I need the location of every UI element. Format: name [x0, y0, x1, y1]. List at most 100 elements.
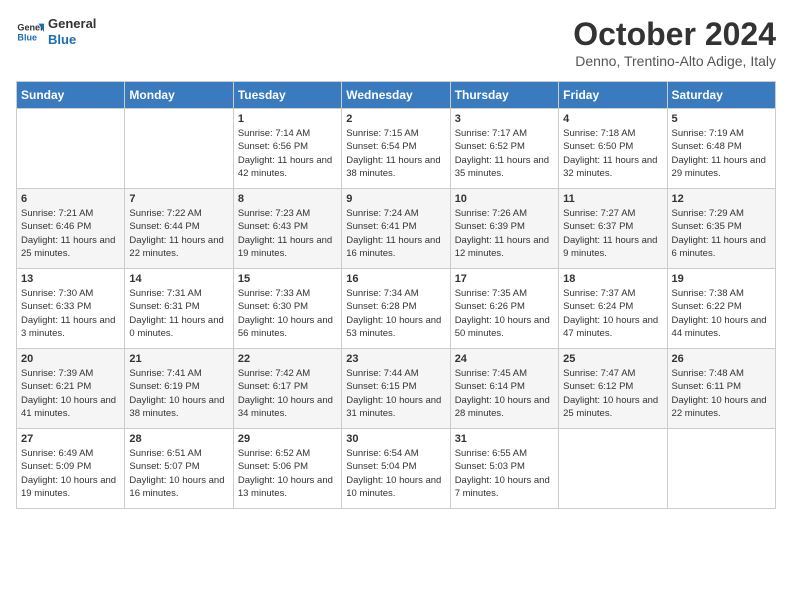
calendar-cell: 22Sunrise: 7:42 AM Sunset: 6:17 PM Dayli… — [233, 349, 341, 429]
calendar-cell: 21 Sunrise: 7:41 AM Sunset: 6:19 PM Dayli… — [125, 349, 233, 429]
weekday-header-row: SundayMondayTuesdayWednesdayThursdayFrid… — [17, 82, 776, 109]
day-info: Sunrise: 7:33 AM Sunset: 6:30 PM Dayligh… — [238, 287, 337, 340]
calendar-cell: 16 Sunrise: 7:34 AM Sunset: 6:28 PM Dayli… — [342, 269, 450, 349]
day-number: 27 — [21, 433, 120, 445]
day-number: 5 — [672, 113, 771, 125]
day-number: 6 — [21, 193, 120, 205]
day-info: Sunrise: 7:24 AM Sunset: 6:41 PM Dayligh… — [346, 207, 445, 260]
day-info: Sunrise: 7:35 AM Sunset: 6:26 PM Dayligh… — [455, 287, 554, 340]
day-info: Sunrise: 6:54 AM Sunset: 5:04 PM Dayligh… — [346, 447, 445, 500]
day-number: 19 — [672, 273, 771, 285]
day-info: Sunrise: 7:47 AM Sunset: 6:12 PM Dayligh… — [563, 367, 662, 420]
calendar-cell: 31 Sunrise: 6:55 AM Sunset: 5:03 PM Dayli… — [450, 429, 558, 509]
day-info: Sunrise: 7:19 AM Sunset: 6:48 PM Dayligh… — [672, 127, 771, 180]
day-info: Sunrise: 7:39 AM Sunset: 6:21 PM Dayligh… — [21, 367, 120, 420]
calendar-week-2: 6 Sunrise: 7:21 AM Sunset: 6:46 PM Daylig… — [17, 189, 776, 269]
calendar-cell: 28 Sunrise: 6:51 AM Sunset: 5:07 PM Dayli… — [125, 429, 233, 509]
day-number: 24 — [455, 353, 554, 365]
calendar-week-3: 13 Sunrise: 7:30 AM Sunset: 6:33 PM Dayli… — [17, 269, 776, 349]
day-number: 2 — [346, 113, 445, 125]
calendar-table: SundayMondayTuesdayWednesdayThursdayFrid… — [16, 81, 776, 509]
calendar-cell: 13 Sunrise: 7:30 AM Sunset: 6:33 PM Dayli… — [17, 269, 125, 349]
calendar-cell: 11 Sunrise: 7:27 AM Sunset: 6:37 PM Dayli… — [559, 189, 667, 269]
calendar-cell: 4 Sunrise: 7:18 AM Sunset: 6:50 PM Daylig… — [559, 109, 667, 189]
day-number: 8 — [238, 193, 337, 205]
month-title: October 2024 — [573, 16, 776, 53]
day-number: 4 — [563, 113, 662, 125]
calendar-cell: 1 Sunrise: 7:14 AM Sunset: 6:56 PM Daylig… — [233, 109, 341, 189]
calendar-cell: 17 Sunrise: 7:35 AM Sunset: 6:26 PM Dayli… — [450, 269, 558, 349]
day-info: Sunrise: 7:31 AM Sunset: 6:31 PM Dayligh… — [129, 287, 228, 340]
weekday-header-friday: Friday — [559, 82, 667, 109]
page-header: General Blue General Blue October 2024 D… — [16, 16, 776, 69]
day-number: 9 — [346, 193, 445, 205]
day-info: Sunrise: 7:27 AM Sunset: 6:37 PM Dayligh… — [563, 207, 662, 260]
calendar-cell: 5 Sunrise: 7:19 AM Sunset: 6:48 PM Daylig… — [667, 109, 775, 189]
day-number: 30 — [346, 433, 445, 445]
day-info: Sunrise: 6:55 AM Sunset: 5:03 PM Dayligh… — [455, 447, 554, 500]
day-info: Sunrise: 7:15 AM Sunset: 6:54 PM Dayligh… — [346, 127, 445, 180]
calendar-cell — [125, 109, 233, 189]
calendar-cell: 24Sunrise: 7:45 AM Sunset: 6:14 PM Dayli… — [450, 349, 558, 429]
weekday-header-wednesday: Wednesday — [342, 82, 450, 109]
day-info: Sunrise: 7:34 AM Sunset: 6:28 PM Dayligh… — [346, 287, 445, 340]
day-number: 26 — [672, 353, 771, 365]
calendar-cell: 18Sunrise: 7:37 AM Sunset: 6:24 PM Dayli… — [559, 269, 667, 349]
title-block: October 2024 Denno, Trentino-Alto Adige,… — [573, 16, 776, 69]
weekday-header-sunday: Sunday — [17, 82, 125, 109]
calendar-cell: 27Sunrise: 6:49 AM Sunset: 5:09 PM Dayli… — [17, 429, 125, 509]
calendar-cell: 30 Sunrise: 6:54 AM Sunset: 5:04 PM Dayli… — [342, 429, 450, 509]
logo-line1: General — [48, 16, 96, 32]
day-number: 1 — [238, 113, 337, 125]
day-number: 3 — [455, 113, 554, 125]
day-info: Sunrise: 7:41 AM Sunset: 6:19 PM Dayligh… — [129, 367, 228, 420]
day-number: 22 — [238, 353, 337, 365]
day-number: 12 — [672, 193, 771, 205]
calendar-cell: 7 Sunrise: 7:22 AM Sunset: 6:44 PM Daylig… — [125, 189, 233, 269]
day-number: 14 — [129, 273, 228, 285]
calendar-week-5: 27Sunrise: 6:49 AM Sunset: 5:09 PM Dayli… — [17, 429, 776, 509]
logo: General Blue General Blue — [16, 16, 96, 47]
day-number: 10 — [455, 193, 554, 205]
calendar-week-1: 1 Sunrise: 7:14 AM Sunset: 6:56 PM Daylig… — [17, 109, 776, 189]
day-number: 7 — [129, 193, 228, 205]
day-info: Sunrise: 6:52 AM Sunset: 5:06 PM Dayligh… — [238, 447, 337, 500]
day-number: 13 — [21, 273, 120, 285]
day-number: 18 — [563, 273, 662, 285]
day-number: 17 — [455, 273, 554, 285]
weekday-header-tuesday: Tuesday — [233, 82, 341, 109]
day-number: 23 — [346, 353, 445, 365]
day-number: 21 — [129, 353, 228, 365]
day-number: 28 — [129, 433, 228, 445]
calendar-cell: 3 Sunrise: 7:17 AM Sunset: 6:52 PM Daylig… — [450, 109, 558, 189]
calendar-cell: 9 Sunrise: 7:24 AM Sunset: 6:41 PM Daylig… — [342, 189, 450, 269]
day-info: Sunrise: 7:30 AM Sunset: 6:33 PM Dayligh… — [21, 287, 120, 340]
day-info: Sunrise: 7:17 AM Sunset: 6:52 PM Dayligh… — [455, 127, 554, 180]
calendar-cell: 20Sunrise: 7:39 AM Sunset: 6:21 PM Dayli… — [17, 349, 125, 429]
day-info: Sunrise: 7:22 AM Sunset: 6:44 PM Dayligh… — [129, 207, 228, 260]
calendar-cell: 2 Sunrise: 7:15 AM Sunset: 6:54 PM Daylig… — [342, 109, 450, 189]
day-info: Sunrise: 7:23 AM Sunset: 6:43 PM Dayligh… — [238, 207, 337, 260]
calendar-cell — [667, 429, 775, 509]
day-info: Sunrise: 7:18 AM Sunset: 6:50 PM Dayligh… — [563, 127, 662, 180]
day-info: Sunrise: 7:21 AM Sunset: 6:46 PM Dayligh… — [21, 207, 120, 260]
day-info: Sunrise: 7:26 AM Sunset: 6:39 PM Dayligh… — [455, 207, 554, 260]
calendar-cell: 12Sunrise: 7:29 AM Sunset: 6:35 PM Dayli… — [667, 189, 775, 269]
calendar-cell: 29Sunrise: 6:52 AM Sunset: 5:06 PM Dayli… — [233, 429, 341, 509]
weekday-header-thursday: Thursday — [450, 82, 558, 109]
day-info: Sunrise: 7:44 AM Sunset: 6:15 PM Dayligh… — [346, 367, 445, 420]
day-info: Sunrise: 7:14 AM Sunset: 6:56 PM Dayligh… — [238, 127, 337, 180]
svg-text:Blue: Blue — [17, 32, 37, 42]
day-number: 11 — [563, 193, 662, 205]
calendar-cell: 19Sunrise: 7:38 AM Sunset: 6:22 PM Dayli… — [667, 269, 775, 349]
day-number: 16 — [346, 273, 445, 285]
day-info: Sunrise: 6:51 AM Sunset: 5:07 PM Dayligh… — [129, 447, 228, 500]
location-subtitle: Denno, Trentino-Alto Adige, Italy — [573, 53, 776, 69]
calendar-cell: 23 Sunrise: 7:44 AM Sunset: 6:15 PM Dayli… — [342, 349, 450, 429]
day-number: 31 — [455, 433, 554, 445]
day-number: 15 — [238, 273, 337, 285]
calendar-week-4: 20Sunrise: 7:39 AM Sunset: 6:21 PM Dayli… — [17, 349, 776, 429]
calendar-cell: 8 Sunrise: 7:23 AM Sunset: 6:43 PM Daylig… — [233, 189, 341, 269]
calendar-cell — [17, 109, 125, 189]
weekday-header-monday: Monday — [125, 82, 233, 109]
